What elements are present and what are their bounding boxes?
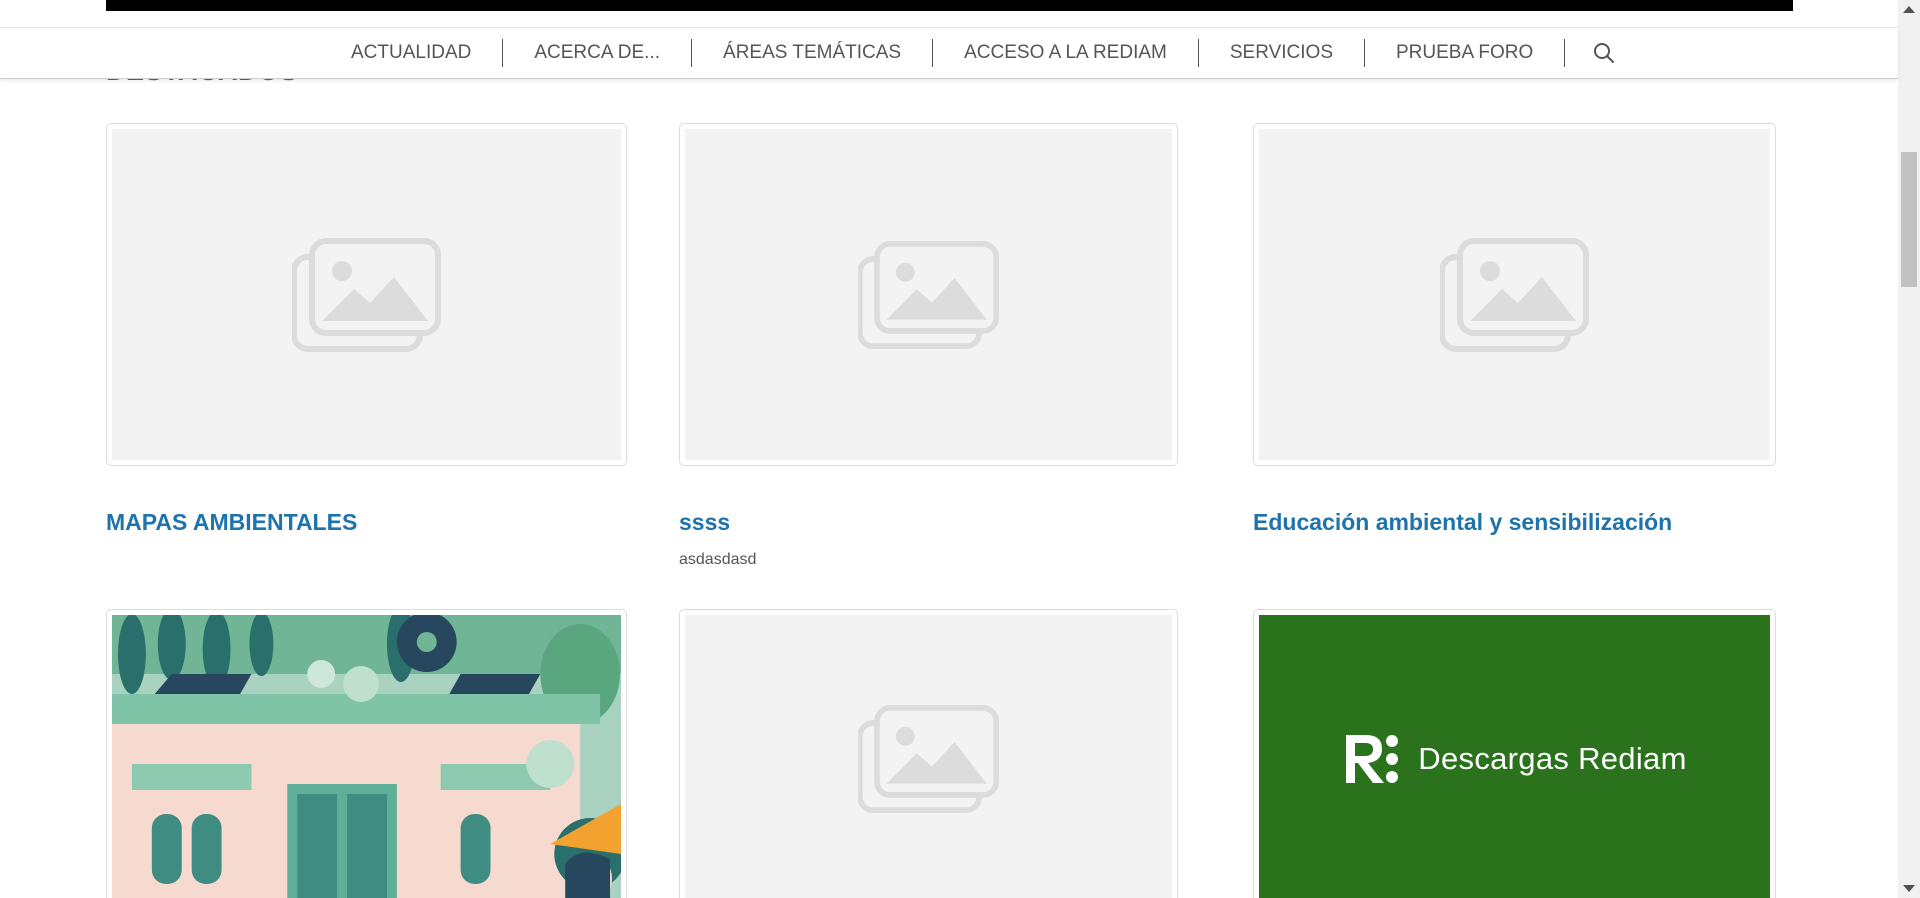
banner-text: Descargas Rediam — [1418, 741, 1687, 776]
nav-item-actualidad[interactable]: ACTUALIDAD — [320, 42, 502, 64]
card-image-frame[interactable] — [106, 609, 627, 898]
featured-card-placeholder — [679, 609, 1179, 898]
placeholder-image-icon — [291, 237, 441, 352]
card-image-frame[interactable] — [679, 123, 1178, 466]
vertical-scrollbar[interactable] — [1898, 0, 1920, 898]
placeholder-image-icon — [857, 705, 999, 813]
card-image — [685, 615, 1172, 898]
card-image-frame[interactable] — [679, 609, 1178, 898]
card-image — [112, 129, 621, 460]
featured-card-mapas-ambientales: MAPAS AMBIENTALES — [106, 123, 630, 535]
card-title[interactable]: Educación ambiental y sensibilización — [1253, 509, 1672, 536]
placeholder-image-icon — [1439, 237, 1589, 352]
nav-item-acceso-rediam[interactable]: ACCESO A LA REDIAM — [933, 42, 1198, 64]
nav-items: ACTUALIDAD ACERCA DE... ÁREAS TEMÁTICAS … — [320, 28, 1643, 78]
scroll-up-arrow-icon[interactable] — [1903, 6, 1915, 13]
card-title[interactable]: ssss — [679, 509, 730, 536]
illustration-green-house — [112, 615, 621, 898]
card-image-frame[interactable] — [1253, 123, 1776, 466]
card-image-frame[interactable]: Descargas Rediam — [1253, 609, 1776, 898]
scroll-down-arrow-icon[interactable] — [1903, 885, 1915, 892]
nav-item-prueba-foro[interactable]: PRUEBA FORO — [1365, 42, 1564, 64]
main-navbar: ACTUALIDAD ACERCA DE... ÁREAS TEMÁTICAS … — [0, 27, 1898, 79]
featured-card-illustration — [106, 609, 630, 898]
nav-item-acerca-de[interactable]: ACERCA DE... — [503, 42, 691, 64]
featured-card-ssss: ssss asdasdasd — [679, 123, 1179, 568]
page: DESTACADOS ACTUALIDAD ACERCA DE... ÁREAS… — [0, 0, 1920, 898]
card-image — [112, 615, 621, 898]
card-image-frame[interactable] — [106, 123, 627, 466]
card-title[interactable]: MAPAS AMBIENTALES — [106, 509, 357, 536]
featured-card-descargas-rediam: Descargas Rediam — [1253, 609, 1777, 898]
nav-item-servicios[interactable]: SERVICIOS — [1199, 42, 1364, 64]
placeholder-image-icon — [857, 240, 999, 349]
top-black-bar — [106, 0, 1793, 11]
scrollbar-thumb[interactable] — [1901, 152, 1917, 287]
nav-item-areas-tematicas[interactable]: ÁREAS TEMÁTICAS — [692, 42, 932, 64]
card-image — [1259, 129, 1770, 460]
card-image — [685, 129, 1172, 460]
card-description: asdasdasd — [679, 551, 757, 568]
search-icon — [1594, 43, 1615, 63]
featured-card-educacion-ambiental: Educación ambiental y sensibilización — [1253, 123, 1777, 535]
card-image: Descargas Rediam — [1259, 615, 1770, 898]
search-button[interactable] — [1565, 42, 1643, 64]
descargas-rediam-banner: Descargas Rediam — [1259, 615, 1770, 898]
rediam-logo-icon — [1346, 735, 1399, 783]
